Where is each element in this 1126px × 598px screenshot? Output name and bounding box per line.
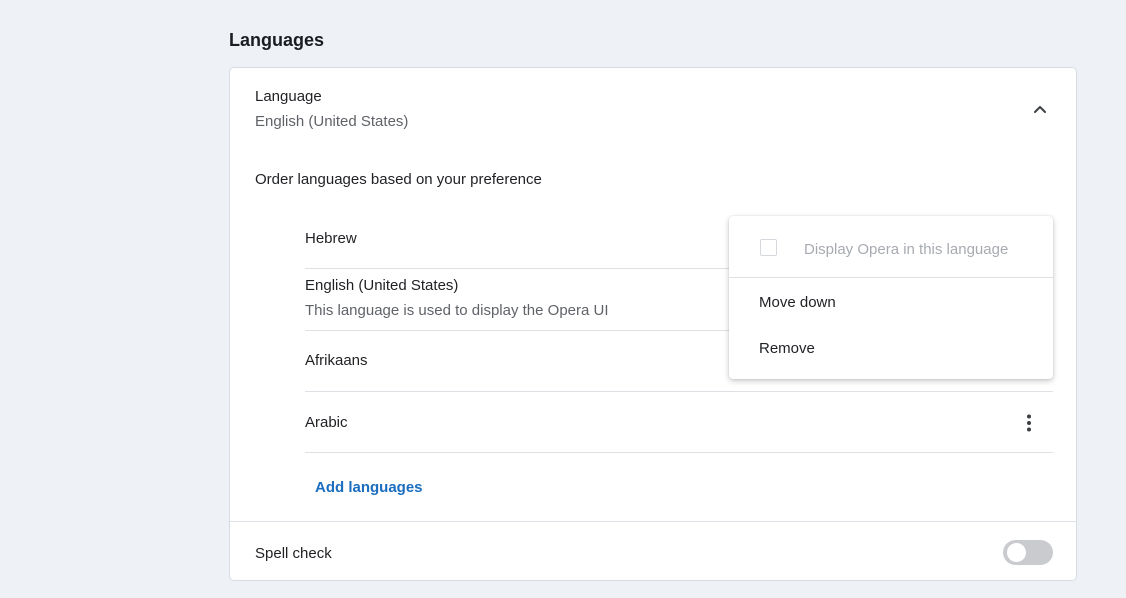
language-name: Arabic bbox=[305, 414, 348, 431]
display-language-checkbox bbox=[760, 239, 777, 256]
language-ui-note: This language is used to display the Ope… bbox=[305, 302, 609, 319]
language-current-value: English (United States) bbox=[255, 113, 409, 130]
order-languages-label: Order languages based on your preference bbox=[255, 171, 542, 188]
move-down-label: Move down bbox=[759, 294, 836, 311]
remove-menu-item[interactable]: Remove bbox=[729, 340, 1053, 360]
more-vertical-icon bbox=[1027, 414, 1031, 432]
display-language-label: Display Opera in this language bbox=[804, 241, 1009, 258]
language-name: English (United States) bbox=[305, 277, 459, 294]
language-name: Afrikaans bbox=[305, 352, 368, 369]
more-actions-button[interactable] bbox=[1017, 411, 1041, 435]
move-down-menu-item[interactable]: Move down bbox=[729, 294, 1053, 314]
list-item: Arabic bbox=[305, 392, 1053, 453]
section-title: Languages bbox=[229, 30, 325, 50]
spell-check-label: Spell check bbox=[255, 545, 332, 562]
language-setting-header[interactable]: Language English (United States) bbox=[230, 68, 1076, 148]
chevron-up-icon bbox=[1034, 106, 1046, 113]
remove-label: Remove bbox=[759, 340, 815, 357]
collapse-button[interactable] bbox=[1027, 96, 1053, 122]
display-in-language-option: Display Opera in this language bbox=[729, 216, 1053, 278]
spell-check-toggle[interactable] bbox=[1003, 540, 1053, 565]
language-name: Hebrew bbox=[305, 230, 357, 247]
add-languages-button[interactable]: Add languages bbox=[315, 479, 423, 496]
toggle-knob bbox=[1007, 543, 1026, 562]
language-setting-title: Language bbox=[255, 88, 322, 105]
language-context-menu: Display Opera in this language Move down… bbox=[729, 216, 1053, 379]
divider bbox=[230, 521, 1076, 522]
settings-page: Languages Language English (United State… bbox=[0, 0, 1126, 598]
